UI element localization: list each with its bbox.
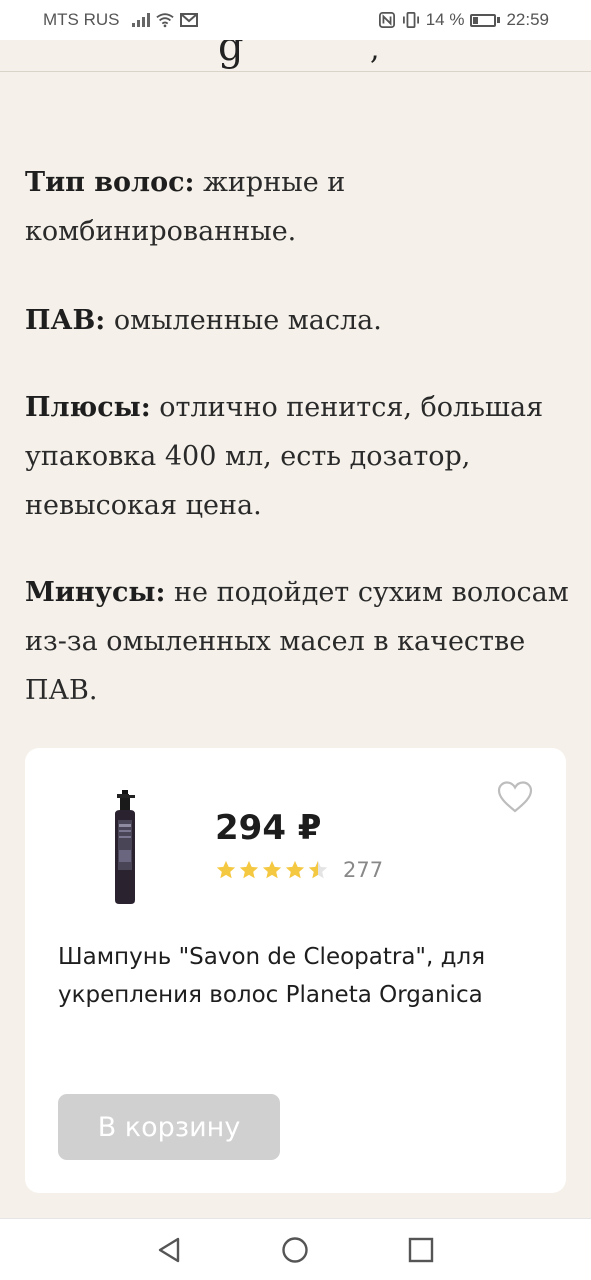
- paragraph-label: ПАВ:: [25, 305, 106, 336]
- status-left: MTS RUS: [43, 10, 198, 30]
- star-icon: [285, 860, 305, 879]
- nfc-icon: [378, 12, 395, 28]
- star-icon: [239, 860, 259, 879]
- mail-icon: [179, 13, 198, 27]
- home-circle-icon[interactable]: [280, 1235, 310, 1265]
- navigation-bar: [0, 1218, 591, 1280]
- heart-outline-icon[interactable]: [497, 780, 533, 814]
- star-icon: [216, 860, 236, 879]
- back-triangle-icon[interactable]: [154, 1235, 184, 1265]
- status-right: 14 % 22:59: [378, 10, 549, 30]
- battery-percent: 14 %: [425, 10, 465, 29]
- paragraph-surfactants: ПАВ: омыленные масла.: [25, 296, 570, 345]
- wifi-icon: [155, 13, 174, 28]
- battery-icon: [470, 13, 501, 27]
- vibrate-icon: [402, 12, 419, 28]
- product-rating: 277: [215, 858, 383, 882]
- paragraph-text: омыленные масла.: [105, 305, 382, 336]
- paragraph-label: Минусы:: [25, 577, 166, 608]
- paragraph-cons: Минусы: не подойдет сухим волосам из-за …: [25, 568, 570, 715]
- header-text-fragment: ,: [370, 40, 380, 67]
- paragraph-pros: Плюсы: отлично пенится, большая упаковка…: [25, 383, 570, 530]
- add-to-cart-button[interactable]: В корзину: [58, 1094, 280, 1160]
- product-name[interactable]: Шампунь "Savon de Cleopatra", для укрепл…: [58, 938, 528, 1014]
- rating-stars: [215, 859, 329, 881]
- review-count: 277: [343, 858, 384, 882]
- paragraph-label: Тип волос:: [25, 167, 195, 198]
- star-icon: [262, 860, 282, 879]
- product-image[interactable]: [105, 790, 145, 905]
- paragraph-label: Плюсы:: [25, 392, 151, 423]
- recents-square-icon[interactable]: [406, 1235, 436, 1265]
- status-bar: MTS RUS 14 % 22:59: [0, 0, 591, 40]
- carrier-name: MTS RUS: [43, 10, 120, 29]
- product-price: 294 ₽: [215, 808, 322, 848]
- star-half-icon: [308, 860, 328, 879]
- header-text-fragment: g: [218, 40, 244, 70]
- paragraph-hair-type: Тип волос: жирные и комбинированные.: [25, 158, 570, 256]
- product-card[interactable]: 294 ₽ 277 Шампунь "Savon de Cleopatra", …: [25, 748, 566, 1193]
- signal-icon: [131, 13, 150, 27]
- clock: 22:59: [506, 10, 549, 29]
- article-header: g ,: [0, 40, 591, 72]
